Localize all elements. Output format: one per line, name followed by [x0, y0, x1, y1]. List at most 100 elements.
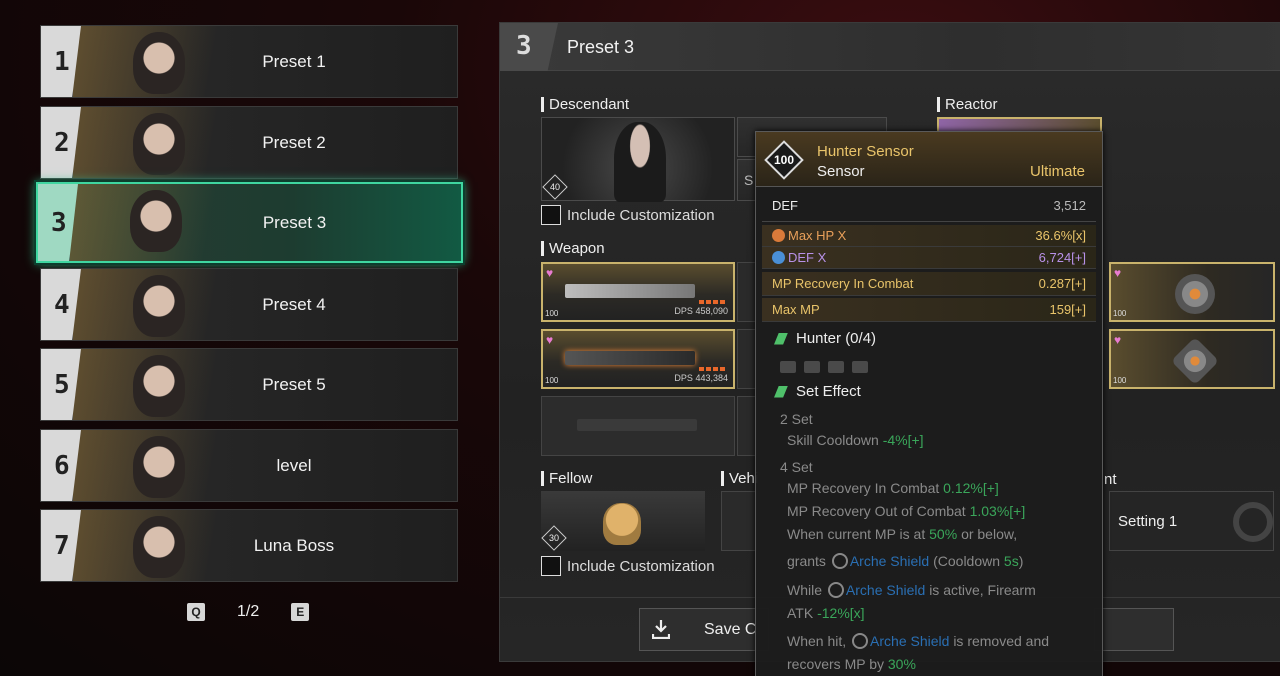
rarity-stars — [699, 300, 727, 304]
set-piece-icon — [780, 361, 796, 373]
weapon-module-slot[interactable] — [737, 262, 757, 322]
weapon-module-slot[interactable] — [737, 396, 757, 456]
weapon-level: 100 — [545, 376, 559, 385]
vehicle-section-title: Vehi — [721, 471, 758, 486]
stat-row: Max MP 159[+] — [762, 298, 1096, 322]
set-piece-icon — [852, 361, 868, 373]
item-name: Hunter Sensor — [817, 143, 914, 160]
next-page-key[interactable]: E — [291, 603, 310, 621]
prev-page-key[interactable]: Q — [187, 603, 205, 621]
weapon-slot-1[interactable]: ♥ 100 DPS 458,090 — [541, 262, 735, 322]
component-image — [1170, 336, 1220, 386]
panel-title: Preset 3 — [567, 37, 635, 57]
preset-item-1[interactable]: 1 Preset 1 — [40, 25, 458, 98]
pager: Q 1/2 E — [187, 603, 310, 621]
descendant-image — [614, 122, 666, 202]
heart-icon: ♥ — [1114, 333, 1122, 347]
page-indicator: 1/2 — [237, 603, 260, 620]
setting-slot[interactable]: Setting 1 — [1109, 491, 1274, 551]
heart-icon: ♥ — [546, 333, 554, 347]
level-badge: 100 — [764, 140, 804, 180]
item-type: Sensor — [817, 163, 865, 180]
setting-section-title-partial: nt — [1104, 471, 1117, 488]
fellow-section-title: Fellow — [541, 471, 592, 486]
preset-label: Preset 5 — [262, 374, 326, 394]
preset-label: Preset 3 — [262, 212, 327, 232]
preset-label: Preset 1 — [262, 51, 326, 71]
weapon-slot-3[interactable] — [541, 396, 735, 456]
four-set-line: MP Recovery Out of Combat 1.03%[+] — [787, 503, 1026, 519]
set-piece-icons — [780, 360, 876, 378]
set-piece-icon — [804, 361, 820, 373]
weapon-image — [565, 351, 695, 365]
arche-shield-icon — [831, 553, 848, 569]
include-customization-checkbox[interactable]: Include Customization — [541, 205, 715, 225]
four-set-line: When hit, Arche Shield is removed and — [787, 633, 1050, 649]
component-level: 100 — [1113, 309, 1127, 318]
def-stat-icon — [772, 251, 785, 264]
preset-item-6[interactable]: 6 level — [40, 429, 458, 502]
descendant-section-title: Descendant — [541, 97, 629, 112]
vehicle-slot[interactable] — [721, 491, 757, 551]
four-set-line: grants Arche Shield (Cooldown 5s) — [787, 553, 1024, 569]
preset-label: level — [276, 455, 312, 475]
save-button[interactable]: Save C — [639, 608, 769, 651]
external-component-slot-2[interactable]: ♥ 100 — [1109, 329, 1275, 389]
fellow-slot[interactable]: 30 — [541, 491, 705, 551]
level-badge: 30 — [541, 525, 567, 551]
set-icon — [774, 385, 788, 398]
stat-row: Max HP X 36.6%[x] — [762, 225, 1096, 247]
weapon-image — [577, 419, 697, 431]
secondary-button[interactable] — [1094, 608, 1174, 651]
hp-stat-icon — [772, 229, 785, 242]
arche-shield-icon — [852, 633, 869, 649]
component-image — [1175, 274, 1215, 314]
component-level: 100 — [1113, 376, 1127, 385]
preset-label: Luna Boss — [253, 535, 335, 555]
preset-item-3[interactable]: 3 Preset 3 — [36, 182, 463, 263]
weapon-level: 100 — [545, 309, 559, 318]
four-set-line: recovers MP by 30% — [787, 656, 916, 672]
heart-icon: ♥ — [546, 266, 554, 280]
descendant-slot[interactable]: 40 — [541, 117, 735, 202]
preset-item-2[interactable]: 2 Preset 2 — [40, 106, 458, 179]
preset-item-4[interactable]: 4 Preset 4 — [40, 268, 458, 341]
checkbox-box[interactable] — [541, 556, 561, 576]
include-customization-checkbox-fellow[interactable]: Include Customization — [541, 556, 715, 576]
four-set-line: While Arche Shield is active, Firearm — [787, 582, 1036, 598]
heart-icon: ♥ — [1114, 266, 1122, 280]
gear-icon — [1233, 502, 1273, 542]
stat-row: DEF X 6,724[+] — [762, 247, 1096, 269]
arche-shield-icon — [827, 582, 844, 598]
weapon-module-slot[interactable] — [737, 329, 757, 389]
preset-item-5[interactable]: 5 Preset 5 — [40, 348, 458, 421]
fellow-image — [603, 503, 641, 545]
weapon-image — [565, 284, 695, 298]
four-set-line: When current MP is at 50% or below, — [787, 526, 1018, 542]
module-slot[interactable]: S — [737, 159, 757, 201]
reactor-section-title: Reactor — [937, 97, 998, 112]
item-tooltip: 100 Hunter Sensor Sensor Ultimate DEF 3,… — [755, 131, 1103, 676]
preset-item-7[interactable]: 7 Luna Boss — [40, 509, 458, 582]
weapon-slot-2[interactable]: ♥ 100 DPS 443,384 — [541, 329, 735, 389]
tooltip-header: 100 Hunter Sensor Sensor Ultimate — [756, 132, 1102, 187]
weapon-dps: DPS 458,090 — [674, 306, 728, 316]
set-effect-row: Set Effect — [774, 383, 861, 400]
external-component-slot-1[interactable]: ♥ 100 — [1109, 262, 1275, 322]
checkbox-box[interactable] — [541, 205, 561, 225]
panel-header: 3 Preset 3 — [500, 23, 1280, 71]
panel-number: 3 — [500, 23, 558, 71]
set-piece-icon — [828, 361, 844, 373]
weapon-section-title: Weapon — [541, 241, 605, 256]
download-icon — [652, 620, 670, 639]
preset-label: Preset 4 — [262, 294, 326, 314]
preset-label: Preset 2 — [262, 132, 326, 152]
item-grade: Ultimate — [1029, 163, 1085, 180]
two-set-label: 2 Set — [780, 411, 813, 427]
four-set-line: ATK -12%[x] — [787, 605, 865, 621]
four-set-line: MP Recovery In Combat 0.12%[+] — [787, 480, 999, 496]
weapon-dps: DPS 443,384 — [674, 373, 728, 383]
set-icon — [774, 332, 788, 345]
four-set-label: 4 Set — [780, 459, 813, 475]
level-badge: 40 — [542, 174, 568, 200]
